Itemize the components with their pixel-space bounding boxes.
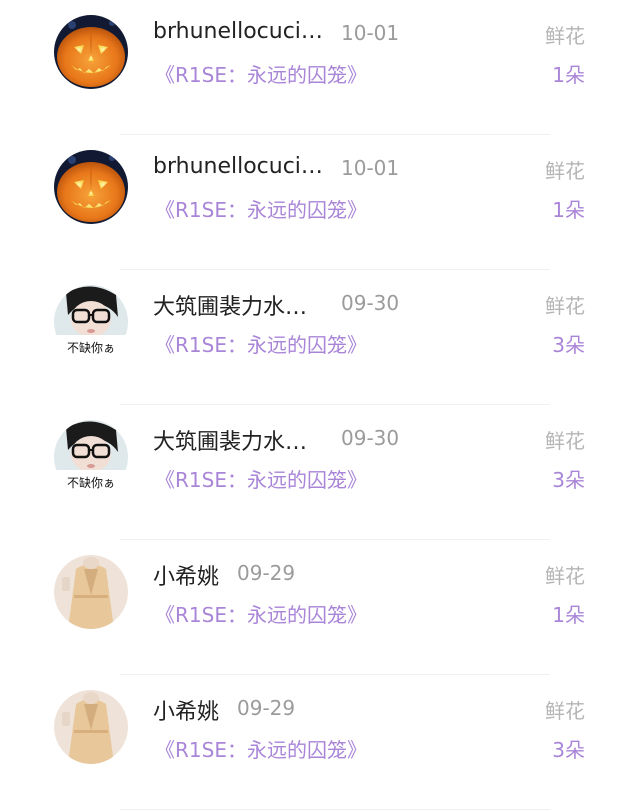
pumpkin-avatar[interactable] — [54, 15, 128, 89]
gift-date: 09-30 — [341, 291, 400, 315]
flower-count: 1朵 — [552, 603, 585, 627]
gift-date: 10-01 — [341, 21, 400, 45]
flower-count: 1朵 — [552, 63, 585, 87]
list-item[interactable]: brhunellocuci… 10-01 鲜花 《R1SE：永远的囚笼》 1朵 — [0, 0, 640, 135]
username[interactable]: brhunellocuci… — [153, 19, 323, 44]
gift-date: 09-29 — [237, 561, 296, 585]
gift-type-label: 鲜花 — [545, 24, 585, 48]
username[interactable]: 大筑圃裴力水… — [153, 424, 307, 456]
gift-date: 09-30 — [341, 426, 400, 450]
username[interactable]: 小希姚 — [153, 559, 219, 591]
work-title-link[interactable]: 《R1SE：永远的囚笼》 — [155, 464, 367, 493]
gift-type-label: 鲜花 — [545, 294, 585, 318]
avatar-caption: 不缺你ぁ — [67, 475, 115, 490]
list-item[interactable]: 小希姚 09-29 鲜花 《R1SE：永远的囚笼》 3朵 — [0, 675, 640, 810]
glasses-avatar[interactable]: 不缺你ぁ — [54, 420, 128, 494]
flower-gift-list: brhunellocuci… 10-01 鲜花 《R1SE：永远的囚笼》 1朵 … — [0, 0, 640, 810]
work-title-link[interactable]: 《R1SE：永远的囚笼》 — [155, 59, 367, 88]
coat-avatar[interactable] — [54, 555, 128, 629]
username[interactable]: 小希姚 — [153, 694, 219, 726]
pumpkin-avatar[interactable] — [54, 150, 128, 224]
work-title-link[interactable]: 《R1SE：永远的囚笼》 — [155, 599, 367, 628]
avatar-caption: 不缺你ぁ — [67, 340, 115, 355]
list-item[interactable]: 不缺你ぁ 大筑圃裴力水… 09-30 鲜花 《R1SE：永远的囚笼》 3朵 — [0, 405, 640, 540]
coat-avatar[interactable] — [54, 690, 128, 764]
list-item[interactable]: brhunellocuci… 10-01 鲜花 《R1SE：永远的囚笼》 1朵 — [0, 135, 640, 270]
username[interactable]: brhunellocuci… — [153, 154, 323, 179]
list-item[interactable]: 小希姚 09-29 鲜花 《R1SE：永远的囚笼》 1朵 — [0, 540, 640, 675]
gift-type-label: 鲜花 — [545, 699, 585, 723]
flower-count: 3朵 — [552, 468, 585, 492]
gift-date: 09-29 — [237, 696, 296, 720]
gift-type-label: 鲜花 — [545, 564, 585, 588]
work-title-link[interactable]: 《R1SE：永远的囚笼》 — [155, 734, 367, 763]
work-title-link[interactable]: 《R1SE：永远的囚笼》 — [155, 194, 367, 223]
username[interactable]: 大筑圃裴力水… — [153, 289, 307, 321]
gift-date: 10-01 — [341, 156, 400, 180]
glasses-avatar[interactable]: 不缺你ぁ — [54, 285, 128, 359]
gift-type-label: 鲜花 — [545, 429, 585, 453]
flower-count: 3朵 — [552, 333, 585, 357]
flower-count: 3朵 — [552, 738, 585, 762]
list-item[interactable]: 不缺你ぁ 大筑圃裴力水… 09-30 鲜花 《R1SE：永远的囚笼》 3朵 — [0, 270, 640, 405]
flower-count: 1朵 — [552, 198, 585, 222]
work-title-link[interactable]: 《R1SE：永远的囚笼》 — [155, 329, 367, 358]
gift-type-label: 鲜花 — [545, 159, 585, 183]
